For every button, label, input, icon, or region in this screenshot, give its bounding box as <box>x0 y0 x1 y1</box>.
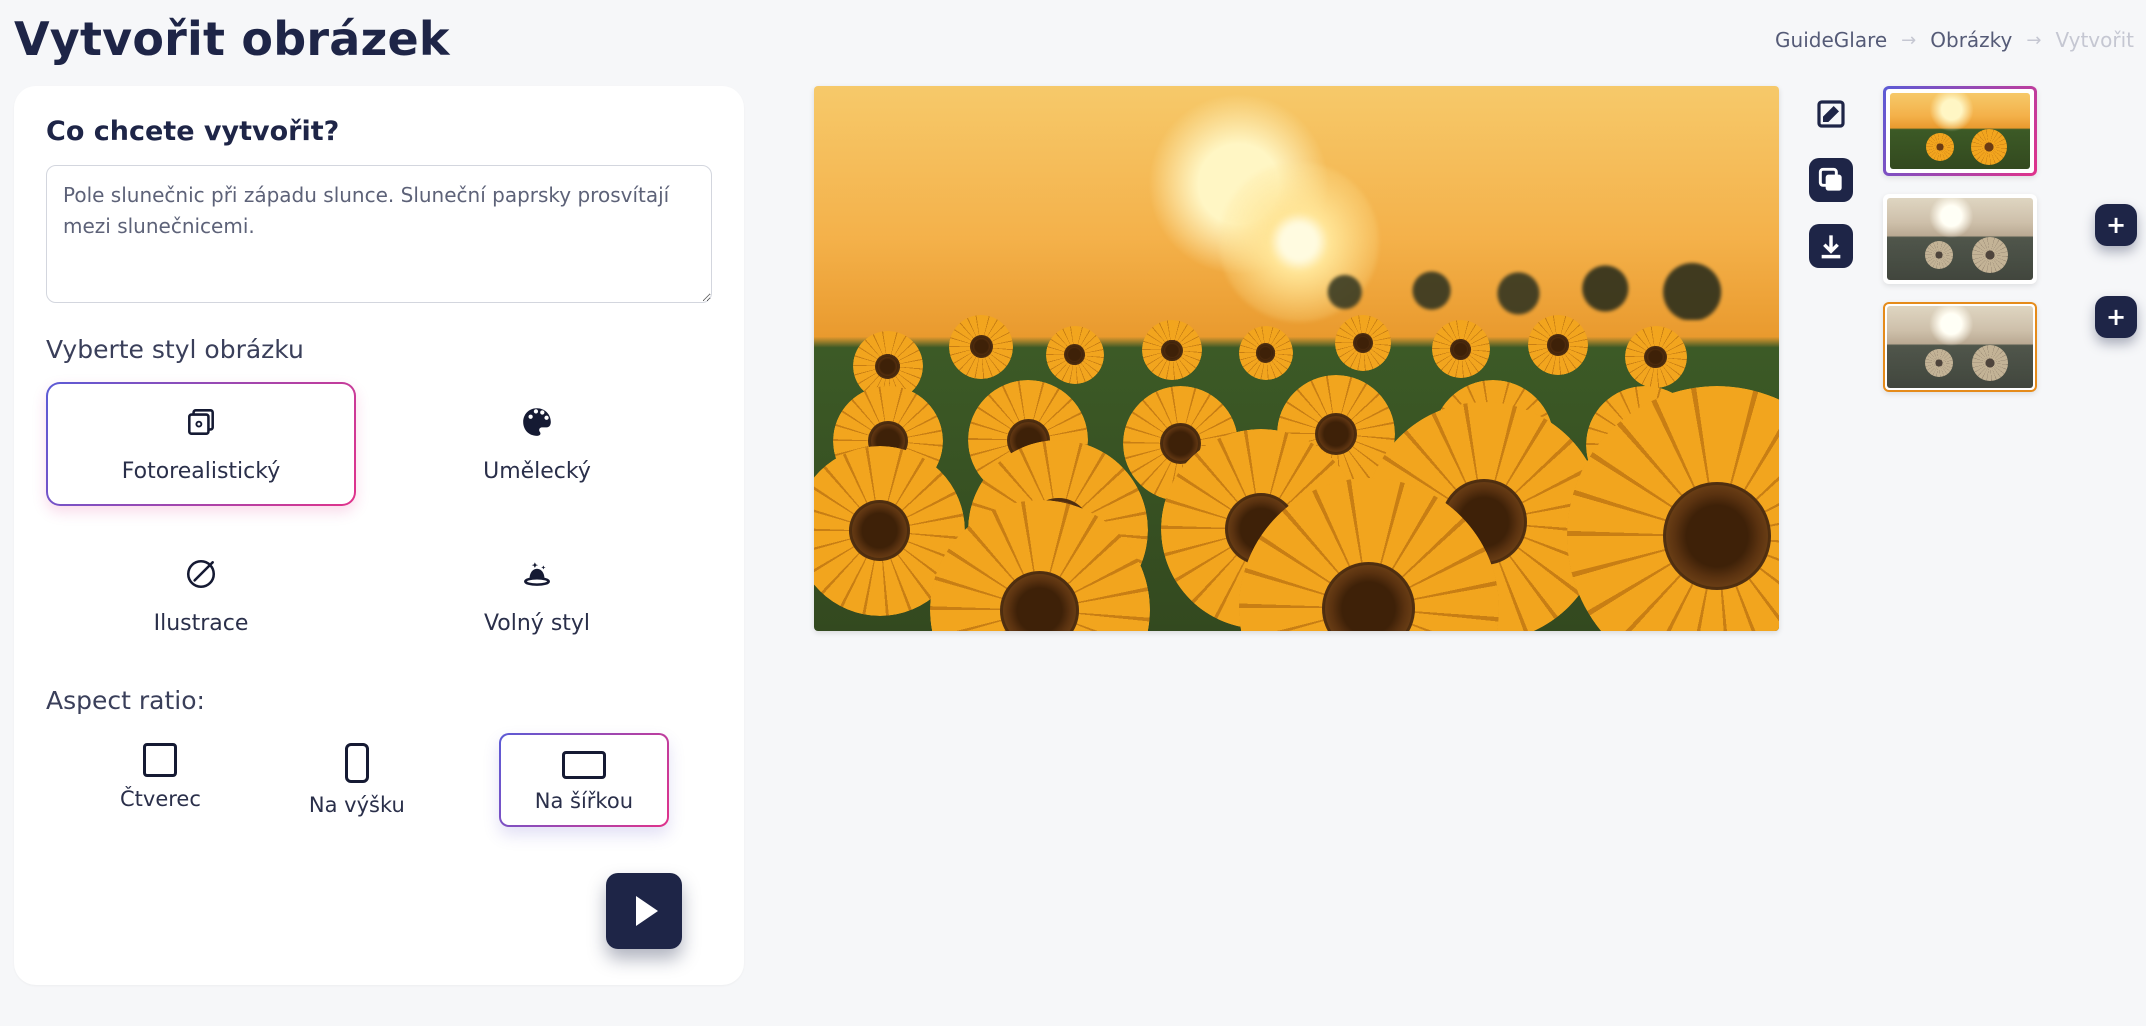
style-option-label: Volný styl <box>484 611 590 636</box>
style-option-label: Ilustrace <box>154 611 249 636</box>
copy-icon <box>1815 164 1847 196</box>
style-option-label: Fotorealistický <box>122 459 281 484</box>
image-stack-icon <box>184 405 218 445</box>
prompt-heading: Co chcete vytvořit? <box>46 116 712 147</box>
copy-button[interactable] <box>1809 158 1853 202</box>
thumbnail-1[interactable] <box>1883 194 2037 284</box>
square-icon <box>143 743 177 777</box>
aspect-option-label: Čtverec <box>120 787 201 811</box>
style-option-illustration[interactable]: Ilustrace <box>46 534 356 658</box>
aspect-option-landscape[interactable]: Na šířkou <box>499 733 669 827</box>
thumbnail-0[interactable] <box>1883 86 2037 176</box>
breadcrumb-section[interactable]: Obrázky <box>1930 28 2012 52</box>
thumbnail-2[interactable] <box>1883 302 2037 392</box>
palette-icon <box>520 405 554 445</box>
image-preview <box>814 86 1779 631</box>
plus-icon: + <box>2106 211 2126 239</box>
plus-icon: + <box>2106 303 2126 331</box>
chevron-right-icon: → <box>1901 30 1916 51</box>
download-button[interactable] <box>1809 224 1853 268</box>
pencil-circle-icon <box>184 557 218 597</box>
add-variation-button[interactable]: + <box>2095 204 2137 246</box>
prompt-input[interactable] <box>46 165 712 303</box>
style-option-freestyle[interactable]: Volný styl <box>382 534 692 658</box>
breadcrumb-root[interactable]: GuideGlare <box>1775 28 1887 52</box>
style-option-artistic[interactable]: Umělecký <box>382 382 692 506</box>
portrait-icon <box>345 743 369 783</box>
page-title: Vytvořit obrázek <box>14 12 450 66</box>
add-variation-button-2[interactable]: + <box>2095 296 2137 338</box>
edit-button[interactable] <box>1809 92 1853 136</box>
breadcrumb: GuideGlare → Obrázky → Vytvořit <box>1775 12 2138 52</box>
aspect-heading: Aspect ratio: <box>46 686 712 715</box>
style-option-label: Umělecký <box>483 459 591 484</box>
download-icon <box>1815 230 1847 262</box>
breadcrumb-current: Vytvořit <box>2055 28 2134 52</box>
generation-form: Co chcete vytvořit? Vyberte styl obrázku… <box>14 86 744 985</box>
style-heading: Vyberte styl obrázku <box>46 335 712 364</box>
aspect-option-square[interactable]: Čtverec <box>106 733 215 821</box>
aspect-option-label: Na výšku <box>309 793 405 817</box>
chevron-right-icon: → <box>2026 30 2041 51</box>
edit-icon <box>1815 98 1847 130</box>
magic-hat-icon <box>520 557 554 597</box>
aspect-option-label: Na šířkou <box>535 789 633 813</box>
style-option-photorealistic[interactable]: Fotorealistický <box>46 382 356 506</box>
play-icon <box>636 896 658 926</box>
landscape-icon <box>562 751 606 779</box>
generate-button[interactable] <box>606 873 682 949</box>
aspect-option-portrait[interactable]: Na výšku <box>295 733 419 827</box>
